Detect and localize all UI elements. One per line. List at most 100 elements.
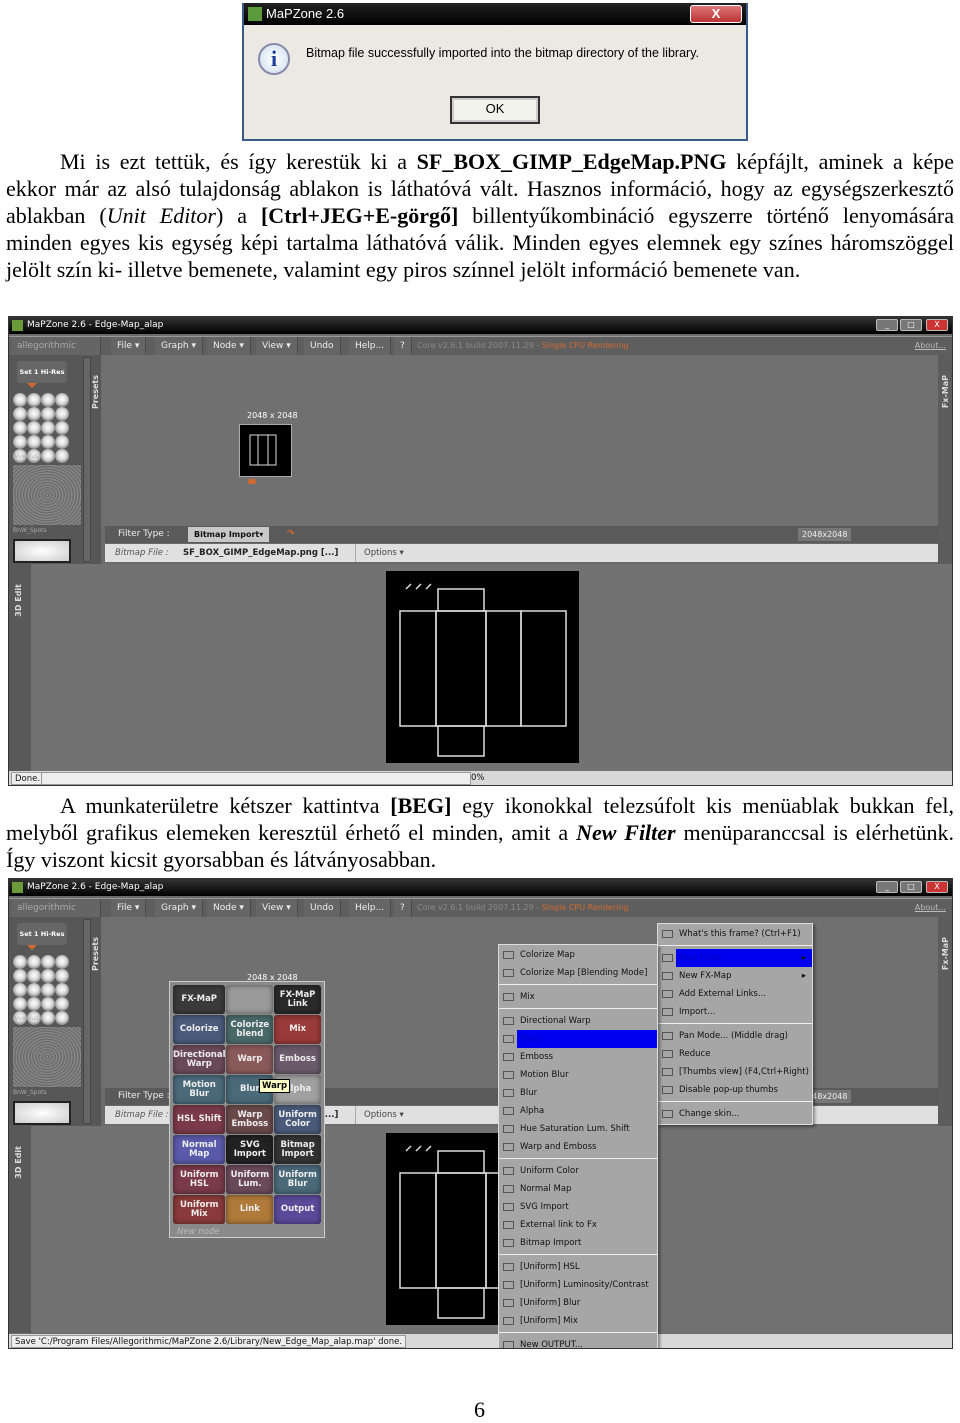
- palette-node[interactable]: Output: [274, 1195, 321, 1224]
- palette-node[interactable]: Directional Warp: [173, 1045, 226, 1074]
- options-dropdown[interactable]: Options ▾: [355, 544, 404, 562]
- menu-item[interactable]: Disable pop-up thumbs: [658, 1081, 812, 1099]
- menu-item[interactable]: External link to Fx: [499, 1216, 657, 1234]
- menu-whats-this[interactable]: ?: [394, 899, 412, 917]
- palette-node[interactable]: Colorize: [173, 1015, 226, 1044]
- palette-node[interactable]: Normal Map: [173, 1135, 226, 1164]
- about-link[interactable]: About...: [915, 899, 946, 917]
- fxmap-tab[interactable]: Fx-MaP: [941, 937, 950, 970]
- menu-item[interactable]: Pan Mode... (Middle drag): [658, 1027, 812, 1045]
- preset-folder[interactable]: Set 1 Hi-Res: [17, 923, 67, 945]
- fxmap-tab[interactable]: Fx-MaP: [941, 375, 950, 408]
- palette-node[interactable]: Uniform Lum.: [226, 1165, 274, 1194]
- ok-button[interactable]: OK: [450, 96, 540, 124]
- maximize-button[interactable]: □: [900, 881, 922, 893]
- menu-item[interactable]: [Uniform] Mix: [499, 1312, 657, 1330]
- menu-item[interactable]: Reduce: [658, 1045, 812, 1063]
- 3d-edit-tab[interactable]: 3D Edit: [14, 1146, 23, 1179]
- menu-item[interactable]: Bitmap Import: [499, 1234, 657, 1252]
- thumbnail-alveolus[interactable]: [13, 955, 81, 1025]
- palette-node[interactable]: Uniform Color: [274, 1105, 321, 1134]
- options-dropdown[interactable]: Options ▾: [355, 1106, 404, 1124]
- palette-node[interactable]: Emboss: [274, 1045, 321, 1074]
- minimize-button[interactable]: _: [876, 319, 898, 331]
- palette-node[interactable]: Uniform Blur: [274, 1165, 321, 1194]
- menu-item[interactable]: New Filter ▸: [658, 949, 812, 967]
- menu-help[interactable]: Help...: [349, 899, 392, 917]
- folder-dropdown-icon[interactable]: [27, 383, 37, 393]
- menu-graph[interactable]: Graph ▾: [155, 899, 203, 917]
- palette-node[interactable]: Warp Emboss: [226, 1105, 274, 1134]
- menu-item[interactable]: New FX-Map ▸: [658, 967, 812, 985]
- menu-item[interactable]: Hue Saturation Lum. Shift: [499, 1120, 657, 1138]
- menu-view[interactable]: View ▾: [256, 899, 298, 917]
- menu-item[interactable]: [Uniform] Blur: [499, 1294, 657, 1312]
- close-button[interactable]: X: [926, 319, 948, 331]
- resolution-field[interactable]: 2048x2048: [798, 528, 852, 541]
- menu-file[interactable]: File ▾: [111, 899, 147, 917]
- menu-graph[interactable]: Graph ▾: [155, 337, 203, 355]
- palette-node[interactable]: Bitmap Import: [274, 1135, 321, 1164]
- menu-item[interactable]: Normal Map: [499, 1180, 657, 1198]
- palette-node[interactable]: Colorize blend: [226, 1015, 274, 1044]
- menu-item[interactable]: Add External Links...: [658, 985, 812, 1003]
- presets-tab[interactable]: Presets: [91, 937, 100, 971]
- thumbnail-alveolus[interactable]: [13, 393, 81, 463]
- graph-editor-area[interactable]: 2048 x 2048: [101, 355, 938, 526]
- thumbnail-bnw-spots[interactable]: [13, 1027, 81, 1087]
- menu-item[interactable]: Emboss: [499, 1048, 657, 1066]
- palette-node[interactable]: HSL Shift: [173, 1105, 226, 1134]
- thumbnail-white[interactable]: [13, 1101, 71, 1125]
- folder-dropdown-icon[interactable]: [27, 945, 37, 955]
- menu-help[interactable]: Help...: [349, 337, 392, 355]
- menu-item[interactable]: Import...: [658, 1003, 812, 1021]
- menu-item[interactable]: What's this frame? (Ctrl+F1): [658, 925, 812, 943]
- palette-node[interactable]: Uniform Mix: [173, 1195, 226, 1224]
- palette-node[interactable]: Uniform HSL: [173, 1165, 226, 1194]
- palette-node[interactable]: Mix: [274, 1015, 321, 1044]
- about-link[interactable]: About...: [915, 337, 946, 355]
- refresh-icon[interactable]: ↷: [287, 526, 295, 543]
- menu-item[interactable]: [Thumbs view] (F4,Ctrl+Right): [658, 1063, 812, 1081]
- palette-node[interactable]: FX-MaP Link: [274, 985, 321, 1014]
- preset-folder[interactable]: Set 1 Hi-Res: [17, 361, 67, 383]
- presets-scrollbar[interactable]: [83, 919, 91, 1124]
- menu-item[interactable]: SVG Import: [499, 1198, 657, 1216]
- menu-node[interactable]: Node ▾: [207, 899, 251, 917]
- presets-scrollbar[interactable]: [83, 357, 91, 562]
- menu-item[interactable]: Warp: [499, 1030, 657, 1048]
- menu-item[interactable]: Blur: [499, 1084, 657, 1102]
- menu-node[interactable]: Node ▾: [207, 337, 251, 355]
- menu-item[interactable]: New OUTPUT...: [499, 1336, 657, 1348]
- palette-node[interactable]: Link: [226, 1195, 274, 1224]
- menu-item[interactable]: Change skin...: [658, 1105, 812, 1123]
- menu-item[interactable]: Warp and Emboss: [499, 1138, 657, 1156]
- maximize-button[interactable]: □: [900, 319, 922, 331]
- close-button[interactable]: X: [926, 881, 948, 893]
- menu-item[interactable]: Mix: [499, 988, 657, 1006]
- menu-undo[interactable]: Undo: [304, 337, 341, 355]
- thumbnail-bnw-spots[interactable]: [13, 465, 81, 525]
- menu-item[interactable]: Motion Blur: [499, 1066, 657, 1084]
- menu-item[interactable]: Colorize Map [Blending Mode]: [499, 964, 657, 982]
- palette-node[interactable]: Motion Blur: [173, 1075, 226, 1104]
- 3d-edit-tab[interactable]: 3D Edit: [14, 584, 23, 617]
- menu-item[interactable]: Alpha: [499, 1102, 657, 1120]
- menu-item[interactable]: Colorize Map: [499, 946, 657, 964]
- menu-item[interactable]: [Uniform] Luminosity/Contrast: [499, 1276, 657, 1294]
- menu-undo[interactable]: Undo: [304, 899, 341, 917]
- menu-file[interactable]: File ▾: [111, 337, 147, 355]
- menu-view[interactable]: View ▾: [256, 337, 298, 355]
- filter-type-dropdown[interactable]: Bitmap Import▾: [188, 527, 270, 542]
- menu-item[interactable]: Uniform Color: [499, 1162, 657, 1180]
- menu-item[interactable]: [Uniform] HSL: [499, 1258, 657, 1276]
- palette-node[interactable]: [226, 985, 274, 1014]
- palette-node[interactable]: FX-MaP: [173, 985, 226, 1014]
- dialog-close-button[interactable]: X: [690, 5, 742, 23]
- bitmap-import-node[interactable]: [239, 424, 292, 477]
- presets-tab[interactable]: Presets: [91, 375, 100, 409]
- minimize-button[interactable]: _: [876, 881, 898, 893]
- palette-node[interactable]: Warp: [226, 1045, 274, 1074]
- thumbnail-white[interactable]: [13, 539, 71, 563]
- palette-node[interactable]: SVG Import: [226, 1135, 274, 1164]
